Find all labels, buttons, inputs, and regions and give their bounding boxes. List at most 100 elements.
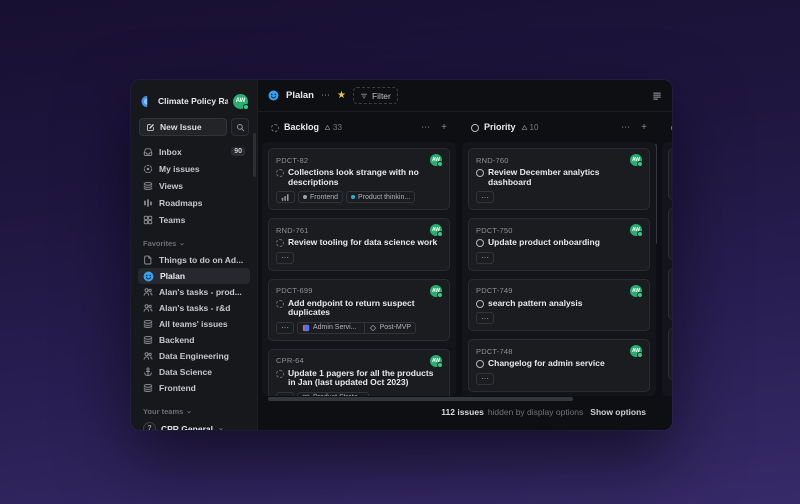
- show-options-link[interactable]: Show options: [590, 407, 646, 417]
- user-avatar[interactable]: AW: [233, 94, 248, 109]
- issue-card[interactable]: [668, 268, 672, 320]
- sidebar-item-views[interactable]: Views: [138, 177, 250, 194]
- issue-title: Update product onboarding: [488, 238, 600, 248]
- sidebar-item-all-teams-issues[interactable]: All teams' issues: [138, 316, 250, 332]
- column-add-issue-button[interactable]: +: [641, 122, 647, 133]
- column-header-priority: Priority10⋯+: [462, 122, 656, 133]
- horizontal-scrollbar[interactable]: [268, 397, 573, 401]
- sidebar-item-alan-s-tasks-r-d[interactable]: Alan's tasks - r&d: [138, 300, 250, 316]
- workspace-switcher[interactable]: Climate Policy Ra... AW: [138, 89, 250, 113]
- backlog-status-icon[interactable]: [276, 300, 284, 308]
- sidebar-item-things-to-do-on-ad[interactable]: Things to do on Ad...: [138, 252, 250, 268]
- todo-status-icon[interactable]: [476, 239, 484, 247]
- board-column-item: [662, 142, 672, 396]
- more-badge[interactable]: ⋯: [276, 252, 294, 264]
- issue-card[interactable]: PDCT-82AWCollections look strange with n…: [268, 148, 450, 210]
- assignee-avatar[interactable]: AW: [630, 154, 642, 166]
- assignee-avatar[interactable]: AW: [630, 345, 642, 357]
- sidebar-item-data-science[interactable]: Data Science: [138, 364, 250, 380]
- label-badge[interactable]: Product thinkin...: [346, 191, 415, 203]
- sidebar-item-label: Teams: [159, 215, 185, 225]
- hidden-issues-count: 112 issues: [441, 407, 484, 417]
- todo-status-icon[interactable]: [476, 300, 484, 308]
- issue-id: PDCT-82: [276, 156, 308, 165]
- column-more-button[interactable]: ⋯: [621, 123, 630, 132]
- column-add-issue-button[interactable]: +: [441, 122, 447, 133]
- label-badge[interactable]: Frontend: [298, 191, 343, 203]
- sidebar-item-backend[interactable]: Backend: [138, 332, 250, 348]
- sidebar-scrollbar[interactable]: [253, 133, 256, 177]
- assignee-avatar[interactable]: AW: [430, 224, 442, 236]
- search-button[interactable]: [231, 118, 249, 136]
- smiley-icon: [143, 271, 154, 282]
- more-badge[interactable]: ⋯: [276, 322, 294, 334]
- display-options-button[interactable]: [652, 91, 662, 101]
- layers-icon: [143, 383, 153, 393]
- more-badge[interactable]: ⋯: [476, 312, 494, 324]
- more-badge[interactable]: ⋯: [476, 191, 494, 203]
- triangle-icon: [324, 124, 331, 131]
- issue-card[interactable]: [668, 148, 672, 200]
- sidebar-favorites: Things to do on Ad...PlalanAlan's tasks …: [138, 252, 250, 396]
- new-issue-button[interactable]: New Issue: [139, 118, 227, 136]
- favorites-section-label[interactable]: Favorites: [138, 239, 250, 248]
- issue-card[interactable]: [668, 208, 672, 260]
- sidebar-item-teams[interactable]: Teams: [138, 211, 250, 228]
- sidebar-item-label: Roadmaps: [159, 198, 202, 208]
- new-issue-label: New Issue: [160, 122, 202, 132]
- team-name: CPR General: [161, 424, 213, 431]
- issue-card[interactable]: RND-760AWReview December analytics dashb…: [468, 148, 650, 210]
- backlog-status-icon[interactable]: [276, 370, 284, 378]
- favorite-star-icon[interactable]: ★: [337, 91, 346, 101]
- column-name: Priority: [484, 122, 516, 132]
- label-dot: [303, 195, 307, 199]
- document-icon: [143, 255, 153, 265]
- sidebar-item-my-issues[interactable]: My issues: [138, 160, 250, 177]
- hidden-issues-text: hidden by display options: [488, 407, 583, 417]
- column-more-button[interactable]: ⋯: [421, 123, 430, 132]
- issue-card[interactable]: PDCT-749AWsearch pattern analysis⋯: [468, 279, 650, 332]
- project-milestone-badge[interactable]: Admin Servi...Post-MVP: [297, 322, 416, 334]
- more-badge[interactable]: ⋯: [476, 252, 494, 264]
- issue-id: RND-760: [476, 156, 509, 165]
- chart-icon: [281, 193, 290, 202]
- filter-button[interactable]: Filter: [353, 87, 398, 104]
- help-button[interactable]: ?: [143, 422, 156, 430]
- issue-card[interactable]: CPR-64AWUpdate 1 pagers for all the prod…: [268, 349, 450, 397]
- issue-card[interactable]: RND-761AWReview tooling for data science…: [268, 218, 450, 271]
- progress-badge[interactable]: [276, 191, 295, 203]
- issue-card[interactable]: PDCT-748AWChangelog for admin service⋯: [468, 339, 650, 392]
- sidebar-item-label: Data Science: [159, 367, 212, 377]
- issue-card[interactable]: [668, 328, 672, 380]
- assignee-avatar[interactable]: AW: [430, 154, 442, 166]
- issue-card[interactable]: PDCT-750AWUpdate product onboarding⋯: [468, 218, 650, 271]
- view-more-button[interactable]: ⋯: [321, 91, 330, 100]
- sidebar: Climate Policy Ra... AW New Issue Inbox9…: [131, 80, 258, 430]
- people-icon: [143, 303, 153, 313]
- sidebar-item-team[interactable]: ? CPR General: [138, 420, 250, 430]
- assignee-avatar[interactable]: AW: [630, 224, 642, 236]
- board-footer: 112 issues hidden by display options Sho…: [258, 396, 672, 430]
- assignee-avatar[interactable]: AW: [430, 355, 442, 367]
- your-teams-section-label[interactable]: Your teams: [138, 407, 250, 416]
- sidebar-item-plalan[interactable]: Plalan: [138, 268, 250, 284]
- issue-card[interactable]: PDCT-699AWAdd endpoint to return suspect…: [268, 279, 450, 341]
- assignee-avatar[interactable]: AW: [630, 285, 642, 297]
- sidebar-item-data-engineering[interactable]: Data Engineering: [138, 348, 250, 364]
- combo-text: Admin Servi...: [313, 324, 357, 331]
- assignee-avatar[interactable]: AW: [430, 285, 442, 297]
- backlog-status-icon[interactable]: [276, 169, 284, 177]
- more-badge[interactable]: ⋯: [476, 373, 494, 385]
- sidebar-item-alan-s-tasks-prod[interactable]: Alan's tasks - prod...: [138, 284, 250, 300]
- milestone-icon: [369, 324, 377, 332]
- label-text: Frontend: [310, 194, 338, 201]
- issue-id: PDCT-748: [476, 347, 513, 356]
- backlog-status-icon[interactable]: [276, 239, 284, 247]
- board-column-priority: RND-760AWReview December analytics dashb…: [462, 142, 656, 396]
- sidebar-item-roadmaps[interactable]: Roadmaps: [138, 194, 250, 211]
- todo-status-icon[interactable]: [476, 360, 484, 368]
- sidebar-item-frontend[interactable]: Frontend: [138, 380, 250, 396]
- todo-status-icon[interactable]: [476, 169, 484, 177]
- sidebar-item-inbox[interactable]: Inbox90: [138, 143, 250, 160]
- column-count-value: 33: [333, 123, 342, 132]
